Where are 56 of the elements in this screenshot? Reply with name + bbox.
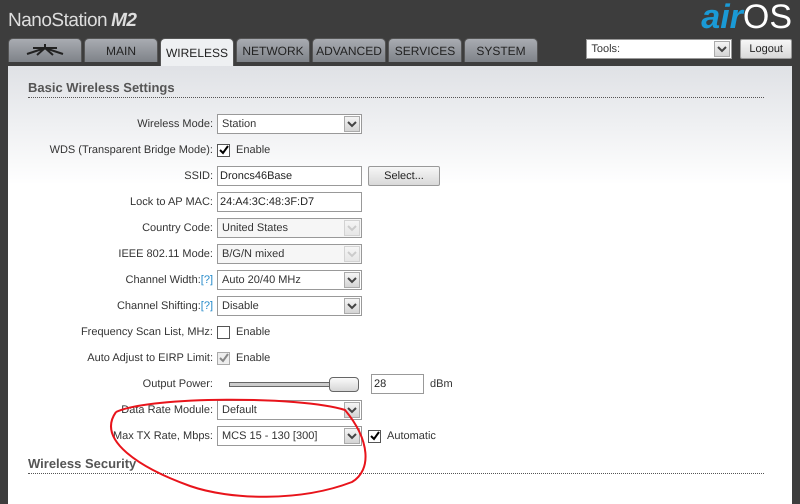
tab[interactable]: ADVANCED (312, 38, 386, 62)
field-label: SSID: (183, 170, 213, 182)
section-heading: Wireless Security (28, 456, 764, 474)
dropdown[interactable]: Disable (217, 296, 362, 316)
chevron-icon (347, 250, 357, 258)
brand-logo: airOS (701, 0, 792, 38)
dropdown[interactable]: Auto 20/40 MHz (217, 270, 362, 290)
field-label: Wireless Mode: (136, 118, 213, 130)
tab[interactable]: MAIN (84, 38, 158, 62)
dropdown[interactable]: Default (217, 400, 362, 420)
input-field[interactable]: 28 (371, 374, 424, 394)
unit-label: dBm (430, 378, 453, 390)
field-label: Channel Width:[?] (124, 274, 213, 286)
field-label: WDS (Transparent Bridge Mode): (48, 144, 213, 156)
field-label: Max TX Rate, Mbps: (112, 430, 213, 442)
field-label: Channel Shifting:[?] (116, 300, 213, 312)
chevron-icon (347, 120, 357, 128)
field-label: Frequency Scan List, MHz: (80, 326, 213, 338)
field-label: Output Power: (142, 378, 213, 390)
field-label: Lock to AP MAC: (129, 196, 213, 208)
checkbox[interactable] (217, 326, 230, 338)
input-field[interactable]: Droncs46Base (217, 166, 362, 186)
tab[interactable]: NETWORK (236, 38, 310, 62)
logout-button[interactable]: Logout (740, 39, 792, 59)
checkbox[interactable] (368, 430, 381, 442)
chevron-icon (347, 276, 357, 284)
check-icon (218, 145, 228, 155)
field-label: Country Code: (141, 222, 213, 234)
chevron-icon (717, 45, 728, 53)
dropdown[interactable]: MCS 15 - 130 [300] (217, 426, 362, 446)
chevron-icon (347, 406, 357, 414)
select-button[interactable]: Select... (368, 166, 440, 186)
section-heading: Basic Wireless Settings (28, 80, 764, 98)
checkbox-label: Enable (236, 144, 270, 156)
checkbox-label: Automatic (387, 430, 436, 442)
chevron-icon (347, 224, 357, 232)
check-icon (218, 353, 228, 363)
chevron-icon (347, 302, 357, 310)
checkbox-label: Enable (236, 352, 270, 364)
dropdown[interactable]: Station (217, 114, 362, 134)
logo-tab[interactable] (8, 38, 82, 62)
slider-thumb[interactable] (329, 376, 359, 392)
input-field[interactable]: 24:A4:3C:48:3F:D7 (217, 192, 362, 212)
tools-dropdown[interactable]: Tools: (586, 39, 732, 59)
checkbox-label: Enable (236, 326, 270, 338)
tab[interactable]: SYSTEM (464, 38, 538, 62)
chevron-icon (347, 432, 357, 440)
antenna-logo-icon (25, 42, 65, 56)
slider[interactable] (229, 376, 359, 392)
field-label: Auto Adjust to EIRP Limit: (86, 352, 213, 364)
tab[interactable]: WIRELESS (160, 38, 234, 66)
checkbox[interactable] (217, 144, 230, 156)
check-icon (370, 431, 380, 441)
product-name: NanoStation M2 (8, 10, 136, 33)
field-label: IEEE 802.11 Mode: (117, 248, 213, 260)
tab[interactable]: SERVICES (388, 38, 462, 62)
